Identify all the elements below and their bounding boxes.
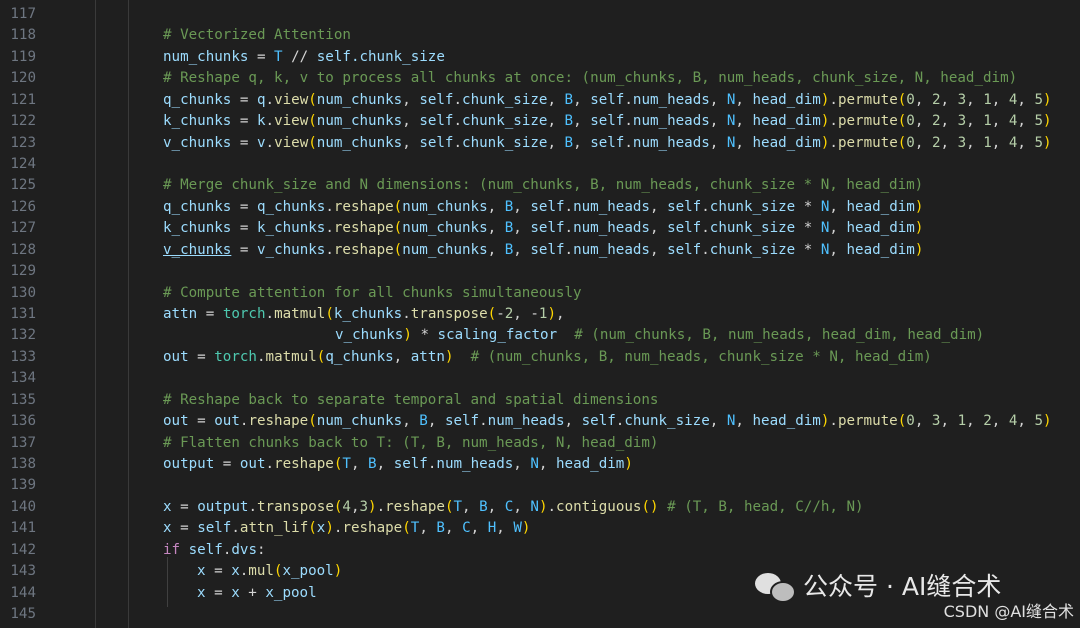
- line-number: 119: [10, 48, 36, 65]
- line-number: 145: [10, 606, 36, 623]
- code-line[interactable]: 122 k_chunks = k.view(num_chunks, self.ch…: [0, 111, 1080, 132]
- code-text: # Flatten chunks back to T: (T, B, num_h…: [163, 434, 659, 451]
- code-text: out = torch.matmul(q_chunks, attn) # (nu…: [163, 348, 932, 365]
- line-number: 144: [10, 584, 36, 601]
- code-line[interactable]: 126 q_chunks = q_chunks.reshape(num_chunk…: [0, 197, 1080, 218]
- csdn-credit: CSDN @AI缝合术: [943, 602, 1074, 621]
- line-number: 137: [10, 434, 36, 451]
- code-text: out = out.reshape(num_chunks, B, self.nu…: [163, 413, 1052, 430]
- line-number: 132: [10, 327, 36, 344]
- code-line[interactable]: 137 # Flatten chunks back to T: (T, B, nu…: [0, 433, 1080, 454]
- line-number: 129: [10, 263, 36, 280]
- code-line[interactable]: 125 # Merge chunk_size and N dimensions: …: [0, 175, 1080, 196]
- line-number: 139: [10, 477, 36, 494]
- code-line[interactable]: 134: [0, 368, 1080, 389]
- code-text: x = x + x_pool: [197, 584, 317, 601]
- code-text: v_chunks) * scaling_factor # (num_chunks…: [335, 327, 985, 344]
- line-number: 143: [10, 563, 36, 580]
- code-line[interactable]: 130 # Compute attention for all chunks si…: [0, 283, 1080, 304]
- line-number: 117: [10, 6, 36, 22]
- line-number: 135: [10, 391, 36, 408]
- line-number: 121: [10, 91, 36, 108]
- code-line[interactable]: 121 q_chunks = q.view(num_chunks, self.ch…: [0, 90, 1080, 111]
- code-line[interactable]: 132 v_chunks) * scaling_factor # (num_chu…: [0, 325, 1080, 346]
- line-number: 141: [10, 520, 36, 537]
- code-text: # Reshape q, k, v to process all chunks …: [163, 70, 1018, 87]
- line-number: 130: [10, 284, 36, 301]
- line-number: 138: [10, 456, 36, 473]
- code-line[interactable]: 145: [0, 604, 1080, 625]
- code-text: x = self.attn_lif(x).reshape(T, B, C, H,…: [163, 520, 531, 537]
- code-text: # Merge chunk_size and N dimensions: (nu…: [163, 177, 924, 194]
- line-number: 118: [10, 27, 36, 44]
- line-number: 128: [10, 241, 36, 258]
- code-line[interactable]: 139: [0, 475, 1080, 496]
- code-text: attn = torch.matmul(k_chunks.transpose(-…: [163, 306, 565, 323]
- code-text: k_chunks = k.view(num_chunks, self.chunk…: [163, 113, 1052, 130]
- code-line[interactable]: 127 k_chunks = k_chunks.reshape(num_chunk…: [0, 218, 1080, 239]
- line-number: 120: [10, 70, 36, 87]
- line-number: 131: [10, 306, 36, 323]
- code-line[interactable]: 136 out = out.reshape(num_chunks, B, self…: [0, 411, 1080, 432]
- line-number: 134: [10, 370, 36, 387]
- code-line[interactable]: 118 # Vectorized Attention: [0, 25, 1080, 46]
- line-number: 126: [10, 198, 36, 215]
- code-line[interactable]: 129: [0, 261, 1080, 282]
- code-line[interactable]: 133 out = torch.matmul(q_chunks, attn) # …: [0, 347, 1080, 368]
- code-line[interactable]: 131 attn = torch.matmul(k_chunks.transpos…: [0, 304, 1080, 325]
- line-number: 140: [10, 498, 36, 515]
- code-text: output = out.reshape(T, B, self.num_head…: [163, 456, 633, 473]
- wechat-icon: [755, 569, 796, 603]
- code-text: k_chunks = k_chunks.reshape(num_chunks, …: [163, 220, 924, 237]
- line-number: 125: [10, 177, 36, 194]
- line-number: 127: [10, 220, 36, 237]
- code-line[interactable]: 120 # Reshape q, k, v to process all chun…: [0, 68, 1080, 89]
- code-line[interactable]: 123 v_chunks = v.view(num_chunks, self.ch…: [0, 133, 1080, 154]
- code-line[interactable]: 142 if self.dvs:: [0, 540, 1080, 561]
- line-number: 133: [10, 348, 36, 365]
- code-text: # Reshape back to separate temporal and …: [163, 391, 659, 408]
- code-line[interactable]: 135 # Reshape back to separate temporal a…: [0, 390, 1080, 411]
- line-number: 123: [10, 134, 36, 151]
- code-text: # Vectorized Attention: [163, 27, 351, 44]
- code-text: q_chunks = q.view(num_chunks, self.chunk…: [163, 91, 1052, 108]
- code-text: v_chunks = v.view(num_chunks, self.chunk…: [163, 134, 1052, 151]
- code-text: num_chunks = T // self.chunk_size: [163, 48, 445, 65]
- line-number: 122: [10, 113, 36, 130]
- code-line[interactable]: 141 x = self.attn_lif(x).reshape(T, B, C,…: [0, 518, 1080, 539]
- line-number: 124: [10, 156, 36, 172]
- code-text: if self.dvs:: [163, 541, 266, 558]
- code-line[interactable]: 117: [0, 4, 1080, 25]
- code-text: # Compute attention for all chunks simul…: [163, 284, 582, 301]
- code-line[interactable]: 124: [0, 154, 1080, 175]
- line-number: 136: [10, 413, 36, 430]
- code-text: v_chunks = v_chunks.reshape(num_chunks, …: [163, 241, 924, 258]
- code-line[interactable]: 119 num_chunks = T // self.chunk_size: [0, 47, 1080, 68]
- code-text: x = output.transpose(4,3).reshape(T, B, …: [163, 498, 864, 515]
- code-line[interactable]: 138 output = out.reshape(T, B, self.num_h…: [0, 454, 1080, 475]
- code-editor[interactable]: 117 118 # Vectorized Attention 119 num_chunk…: [0, 0, 1080, 628]
- code-text: q_chunks = q_chunks.reshape(num_chunks, …: [163, 198, 924, 215]
- code-text: x = x.mul(x_pool): [197, 563, 343, 580]
- line-number: 142: [10, 541, 36, 558]
- code-line[interactable]: 140 x = output.transpose(4,3).reshape(T, …: [0, 497, 1080, 518]
- code-line[interactable]: 128 v_chunks = v_chunks.reshape(num_chunk…: [0, 240, 1080, 261]
